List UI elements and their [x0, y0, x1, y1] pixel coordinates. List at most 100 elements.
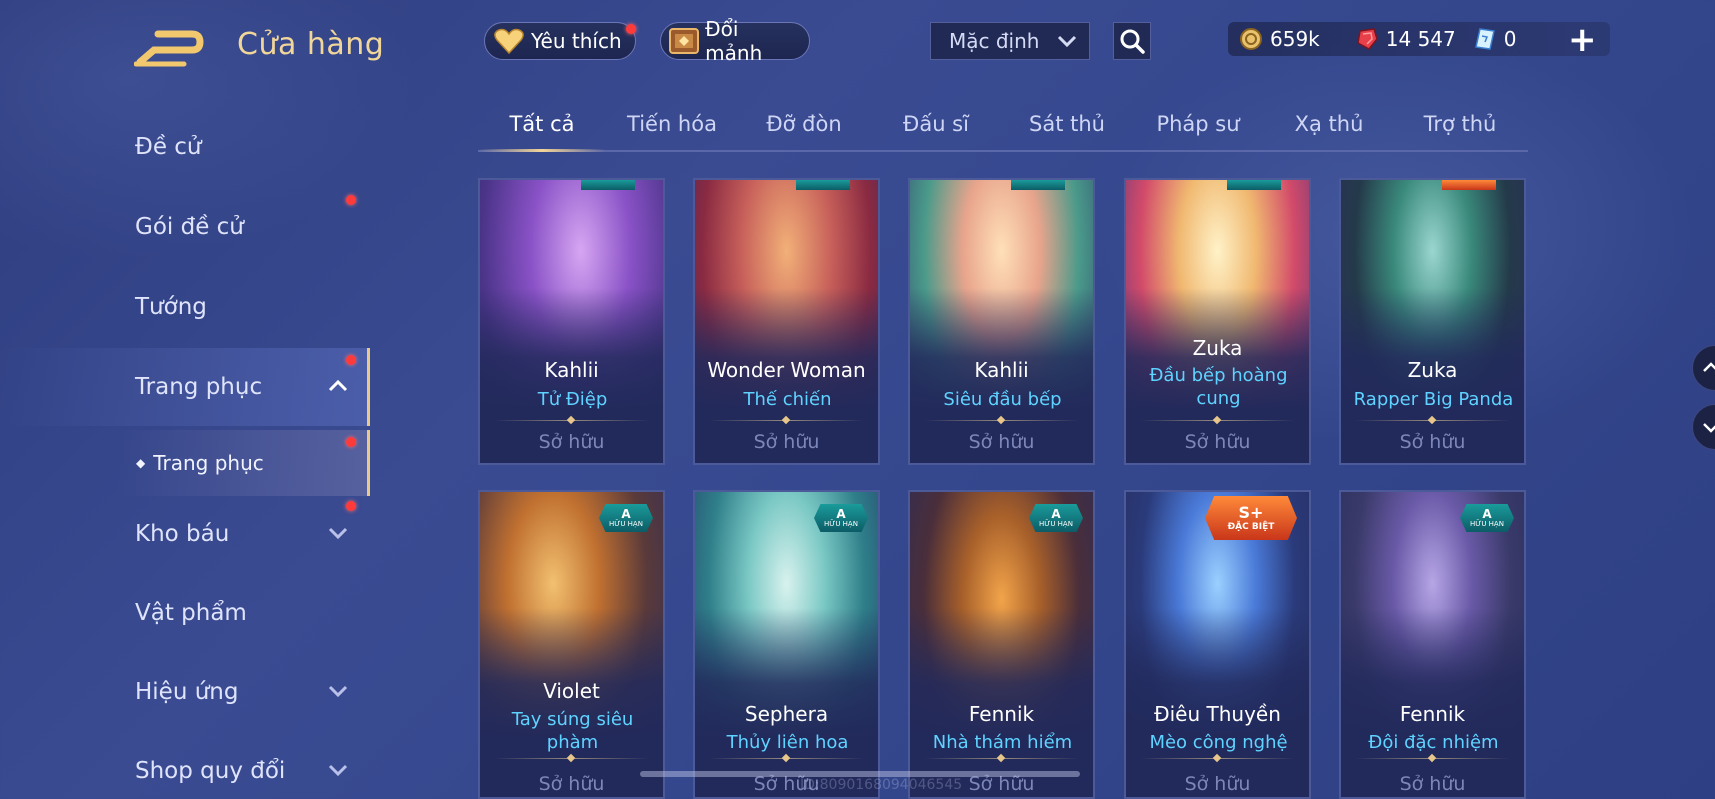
- grade-badge: A HỮU HẠN: [1029, 504, 1083, 532]
- currency-bar: 659k 14 547 0: [1228, 22, 1610, 56]
- hero-name: Wonder Woman: [707, 358, 866, 382]
- sidebar-item-label: Gói đề cử: [135, 214, 244, 240]
- skin-card[interactable]: Zuka Đầu bếp hoàng cung Sở hữu: [1124, 178, 1311, 465]
- hero-name: Fennik: [1399, 702, 1466, 726]
- hero-name: Kahlii: [544, 358, 599, 382]
- chevron-down-icon: [328, 523, 348, 543]
- shard-exchange-label: Đổi mảnh: [705, 17, 763, 65]
- badge-limited: [581, 180, 635, 190]
- tab-evolution[interactable]: Tiến hóa: [612, 112, 732, 136]
- back-button[interactable]: [133, 28, 206, 68]
- gem-balance: 14 547: [1354, 26, 1456, 52]
- skin-name: Mèo công nghệ: [1149, 732, 1288, 753]
- skin-name: Siêu đầu bếp: [943, 389, 1062, 410]
- skin-card[interactable]: Wonder Woman Thế chiến Sở hữu: [693, 178, 880, 465]
- sidebar-item-label: Tướng: [135, 294, 207, 320]
- voucher-amount: 0: [1503, 27, 1517, 51]
- owned-label: Sở hữu: [538, 431, 605, 453]
- skin-name: Thế chiến: [743, 389, 832, 410]
- gold-amount: 659k: [1270, 27, 1320, 51]
- favorites-notification-dot: [626, 24, 636, 34]
- tab-assassin[interactable]: Sát thủ: [1007, 112, 1127, 136]
- sidebar-subitem-label: Trang phục: [153, 451, 264, 475]
- red-gem-icon: [1354, 26, 1380, 52]
- grade-badge: A HỮU HẠN: [814, 504, 868, 532]
- sidebar-item-label: Vật phẩm: [135, 600, 247, 626]
- chevron-down-icon: [328, 760, 348, 780]
- chevron-up-icon: [328, 376, 348, 396]
- skins-notification-dot: [346, 355, 356, 365]
- skin-card[interactable]: A HỮU HẠN Fennik Đội đặc nhiệm Sở hữu: [1339, 490, 1526, 799]
- favorites-button[interactable]: Yêu thích: [484, 22, 636, 60]
- tab-tank[interactable]: Đỡ đòn: [744, 112, 864, 136]
- hero-name: Zuka: [1407, 358, 1458, 382]
- shard-exchange-button[interactable]: Đổi mảnh: [660, 17, 810, 65]
- grade-badge: A HỮU HẠN: [599, 504, 653, 532]
- owned-label: Sở hữu: [538, 773, 605, 795]
- card-divider: [709, 758, 864, 759]
- bundles-notification-dot: [346, 195, 356, 205]
- card-divider: [924, 420, 1079, 421]
- topup-plus-button[interactable]: +: [1568, 20, 1597, 60]
- skin-name: Rapper Big Panda: [1353, 389, 1514, 410]
- active-tab-indicator: [478, 149, 606, 152]
- sidebar-item-bundles[interactable]: Gói đề cử: [0, 188, 370, 266]
- tab-support[interactable]: Trợ thủ: [1400, 112, 1520, 136]
- sidebar-item-skins[interactable]: Trang phục: [0, 348, 370, 426]
- owned-label: Sở hữu: [1184, 431, 1251, 453]
- badge-limited: [1442, 180, 1496, 190]
- skin-card[interactable]: S+ ĐẶC BIỆT Điêu Thuyền Mèo công nghệ Sở …: [1124, 490, 1311, 799]
- tab-all[interactable]: Tất cả: [482, 112, 602, 136]
- favorites-label: Yêu thích: [531, 29, 622, 53]
- sidebar-item-effects[interactable]: Hiệu ứng: [0, 653, 370, 731]
- owned-label: Sở hữu: [753, 431, 820, 453]
- owned-label: Sở hữu: [1399, 773, 1466, 795]
- grade-badge: A HỮU HẠN: [1460, 504, 1514, 532]
- badge-limited: [1011, 180, 1065, 190]
- sidebar-subitem-skins[interactable]: ◆ Trang phục: [120, 430, 370, 496]
- search-button[interactable]: [1113, 22, 1151, 60]
- hero-name: Sephera: [744, 702, 829, 726]
- watermark-id: ID:8090168094046545: [800, 777, 963, 793]
- tab-fighter[interactable]: Đấu sĩ: [876, 112, 996, 136]
- badge-limited: [1227, 180, 1281, 190]
- card-divider: [494, 758, 649, 759]
- skin-card[interactable]: Kahlii Siêu đầu bếp Sở hữu: [908, 178, 1095, 465]
- skin-card[interactable]: A HỮU HẠN Fennik Nhà thám hiểm Sở hữu: [908, 490, 1095, 799]
- sidebar-item-label: Hiệu ứng: [135, 679, 239, 705]
- sidebar-item-treasure[interactable]: Kho báu: [0, 495, 370, 573]
- search-icon: [1120, 29, 1145, 54]
- skin-name: Đầu bếp hoàng cung: [1149, 365, 1288, 409]
- sidebar-item-label: Kho báu: [135, 521, 230, 547]
- sort-dropdown[interactable]: Mặc định: [930, 22, 1090, 60]
- sidebar-item-items[interactable]: Vật phẩm: [0, 574, 370, 652]
- card-divider: [1355, 420, 1510, 421]
- treasure-notification-dot: [346, 501, 356, 511]
- skin-card[interactable]: A HỮU HẠN Sephera Thủy liên hoa Sở hữu: [693, 490, 880, 799]
- voucher-ticket-icon: [1472, 26, 1498, 52]
- card-divider: [1140, 758, 1295, 759]
- hero-name: Zuka: [1192, 336, 1243, 360]
- shard-chest-icon: [667, 25, 701, 57]
- tab-mage[interactable]: Pháp sư: [1138, 112, 1258, 136]
- sidebar-item-exchange-shop[interactable]: Shop quy đổi: [0, 732, 370, 799]
- voucher-balance: 0: [1472, 26, 1517, 52]
- sidebar-item-featured[interactable]: Đề cử: [0, 108, 370, 186]
- chevron-down-icon: [1703, 423, 1715, 433]
- skin-card[interactable]: Kahlii Tử Điệp Sở hữu: [478, 178, 665, 465]
- gold-balance: 659k: [1238, 26, 1320, 52]
- heart-icon: [491, 25, 527, 57]
- hero-name: Fennik: [968, 702, 1035, 726]
- card-divider: [494, 420, 649, 421]
- page-title: Cửa hàng: [237, 27, 385, 62]
- skin-card[interactable]: Zuka Rapper Big Panda Sở hữu: [1339, 178, 1526, 465]
- skin-name: Nhà thám hiểm: [932, 732, 1073, 753]
- skin-name: Tay súng siêu phàm: [511, 709, 634, 753]
- sidebar-item-label: Trang phục: [135, 374, 263, 400]
- skin-card[interactable]: A HỮU HẠN Violet Tay súng siêu phàm Sở hữ…: [478, 490, 665, 799]
- card-divider: [709, 420, 864, 421]
- sidebar-item-heroes[interactable]: Tướng: [0, 268, 370, 346]
- chevron-up-icon: [1703, 362, 1715, 372]
- tab-marksman[interactable]: Xạ thủ: [1269, 112, 1389, 136]
- sidebar-item-label: Shop quy đổi: [135, 758, 286, 784]
